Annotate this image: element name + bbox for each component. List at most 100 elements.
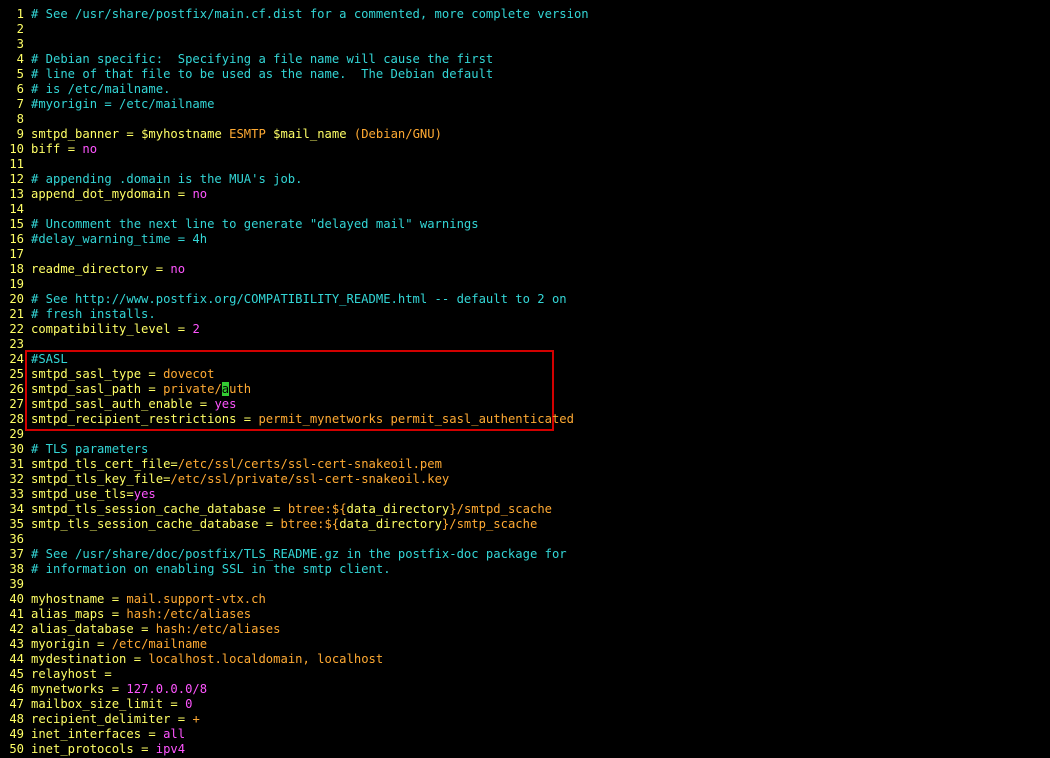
- code-token-const: all: [163, 727, 186, 741]
- code-line[interactable]: 42 alias_database = hash:/etc/aliases: [0, 622, 281, 637]
- line-number: 43: [9, 637, 24, 651]
- code-line[interactable]: 28 smtpd_recipient_restrictions = permit_…: [0, 412, 574, 427]
- code-line[interactable]: 29: [0, 427, 31, 442]
- code-line[interactable]: 38 # information on enabling SSL in the s…: [0, 562, 391, 577]
- code-line[interactable]: 41 alias_maps = hash:/etc/aliases: [0, 607, 251, 622]
- code-token-key: smtpd_tls_cert_file: [31, 457, 171, 471]
- code-line[interactable]: 27 smtpd_sasl_auth_enable = yes: [0, 397, 236, 412]
- code-token-const: yes: [133, 487, 156, 501]
- code-line[interactable]: 6 # is /etc/mailname.: [0, 82, 171, 97]
- code-token-key: smtpd_sasl_type: [31, 367, 142, 381]
- code-line[interactable]: 2: [0, 22, 31, 37]
- code-token-val: btree:${: [287, 502, 347, 516]
- code-line[interactable]: 40 myhostname = mail.support-vtx.ch: [0, 592, 266, 607]
- code-line[interactable]: 9 smtpd_banner = $myhostname ESMTP $mail_…: [0, 127, 442, 142]
- line-number: 28: [9, 412, 24, 426]
- code-token-comment: # Debian specific: Specifying a file nam…: [31, 52, 494, 66]
- code-token-val: dovecot: [163, 367, 215, 381]
- code-line[interactable]: 43 myorigin = /etc/mailname: [0, 637, 207, 652]
- code-token-val: btree:${: [280, 517, 340, 531]
- code-token-comment: # TLS parameters: [31, 442, 149, 456]
- code-token-key: smtpd_sasl_path: [31, 382, 142, 396]
- code-line[interactable]: 16 #delay_warning_time = 4h: [0, 232, 207, 247]
- code-token-const: 0: [185, 697, 193, 711]
- code-line[interactable]: 49 inet_interfaces = all: [0, 727, 185, 742]
- text-editor[interactable]: 1 # See /usr/share/postfix/main.cf.dist f…: [0, 0, 1050, 758]
- code-line[interactable]: 35 smtp_tls_session_cache_database = btre…: [0, 517, 537, 532]
- code-token-key: recipient_delimiter: [31, 712, 171, 726]
- code-line[interactable]: 23: [0, 337, 31, 352]
- code-token-key: alias_database: [31, 622, 134, 636]
- code-line[interactable]: 5 # line of that file to be used as the n…: [0, 67, 494, 82]
- line-number: 40: [9, 592, 24, 606]
- code-line[interactable]: 12 # appending .domain is the MUA's job.: [0, 172, 302, 187]
- code-line[interactable]: 8: [0, 112, 31, 127]
- code-line[interactable]: 36: [0, 532, 31, 547]
- code-line[interactable]: 26 smtpd_sasl_path = private/auth: [0, 382, 251, 397]
- code-line[interactable]: 10 biff = no: [0, 142, 97, 157]
- code-line[interactable]: 48 recipient_delimiter = +: [0, 712, 200, 727]
- code-line[interactable]: 25 smtpd_sasl_type = dovecot: [0, 367, 214, 382]
- code-token-val: +: [192, 712, 200, 726]
- code-token-comment: # line of that file to be used as the na…: [31, 67, 494, 81]
- code-line[interactable]: 19: [0, 277, 31, 292]
- code-token-key: smtpd_recipient_restrictions: [31, 412, 237, 426]
- line-number: 32: [9, 472, 24, 486]
- code-token-op: =: [192, 397, 215, 411]
- code-token-key: mailbox_size_limit: [31, 697, 164, 711]
- code-token-op: =: [97, 667, 112, 681]
- code-line[interactable]: 21 # fresh installs.: [0, 307, 155, 322]
- code-line[interactable]: 17: [0, 247, 31, 262]
- code-token-key: myorigin: [31, 637, 90, 651]
- code-token-op: =: [148, 262, 171, 276]
- line-number: 34: [9, 502, 24, 516]
- line-number: 42: [9, 622, 24, 636]
- code-token-key: smtpd_use_tls: [31, 487, 127, 501]
- line-number: 6: [16, 82, 24, 96]
- code-token-op: =: [89, 637, 112, 651]
- code-token-val: hash:/etc/aliases: [155, 622, 281, 636]
- code-token-key: alias_maps: [31, 607, 105, 621]
- code-line[interactable]: 13 append_dot_mydomain = no: [0, 187, 207, 202]
- code-line[interactable]: 3: [0, 37, 31, 52]
- code-token-key: smtp_tls_session_cache_database: [31, 517, 259, 531]
- code-token-op: =: [133, 622, 156, 636]
- code-line[interactable]: 18 readme_directory = no: [0, 262, 185, 277]
- code-line[interactable]: 30 # TLS parameters: [0, 442, 148, 457]
- code-line[interactable]: 20 # See http://www.postfix.org/COMPATIBI…: [0, 292, 566, 307]
- code-line[interactable]: 1 # See /usr/share/postfix/main.cf.dist f…: [0, 7, 589, 22]
- code-line[interactable]: 33 smtpd_use_tls=yes: [0, 487, 156, 502]
- code-token-op: =: [141, 382, 164, 396]
- code-line[interactable]: 4 # Debian specific: Specifying a file na…: [0, 52, 494, 67]
- code-token-comment: # information on enabling SSL in the smt…: [31, 562, 391, 576]
- code-line[interactable]: 32 smtpd_tls_key_file=/etc/ssl/private/ss…: [0, 472, 449, 487]
- code-line[interactable]: 24 #SASL: [0, 352, 67, 367]
- code-line[interactable]: 37 # See /usr/share/doc/postfix/TLS_READM…: [0, 547, 566, 562]
- code-token-key: relayhost: [31, 667, 98, 681]
- code-token-op: =: [170, 187, 193, 201]
- code-line[interactable]: 39: [0, 577, 31, 592]
- line-number: 25: [9, 367, 24, 381]
- code-token-op: =: [119, 127, 142, 141]
- code-token-var: $mail_name: [273, 127, 347, 141]
- line-number: 45: [9, 667, 24, 681]
- code-line[interactable]: 47 mailbox_size_limit = 0: [0, 697, 192, 712]
- code-line[interactable]: 34 smtpd_tls_session_cache_database = btr…: [0, 502, 552, 517]
- code-line[interactable]: 31 smtpd_tls_cert_file=/etc/ssl/certs/ssl…: [0, 457, 442, 472]
- code-line[interactable]: 44 mydestination = localhost.localdomain,…: [0, 652, 383, 667]
- line-number: 1: [16, 7, 24, 21]
- code-line[interactable]: 11: [0, 157, 31, 172]
- line-number: 33: [9, 487, 24, 501]
- code-line[interactable]: 46 mynetworks = 127.0.0.0/8: [0, 682, 207, 697]
- code-line[interactable]: 22 compatibility_level = 2: [0, 322, 199, 337]
- line-number: 48: [9, 712, 24, 726]
- code-line[interactable]: 14: [0, 202, 31, 217]
- code-line[interactable]: 7 #myorigin = /etc/mailname: [0, 97, 215, 112]
- line-number: 19: [9, 277, 24, 291]
- code-token-key: biff: [31, 142, 61, 156]
- code-line[interactable]: 15 # Uncomment the next line to generate …: [0, 217, 478, 232]
- code-line[interactable]: 45 relayhost =: [0, 667, 112, 682]
- code-token-val: hash:/etc/aliases: [126, 607, 252, 621]
- code-line[interactable]: 50 inet_protocols = ipv4: [0, 742, 185, 757]
- code-token-key: smtpd_tls_key_file: [31, 472, 164, 486]
